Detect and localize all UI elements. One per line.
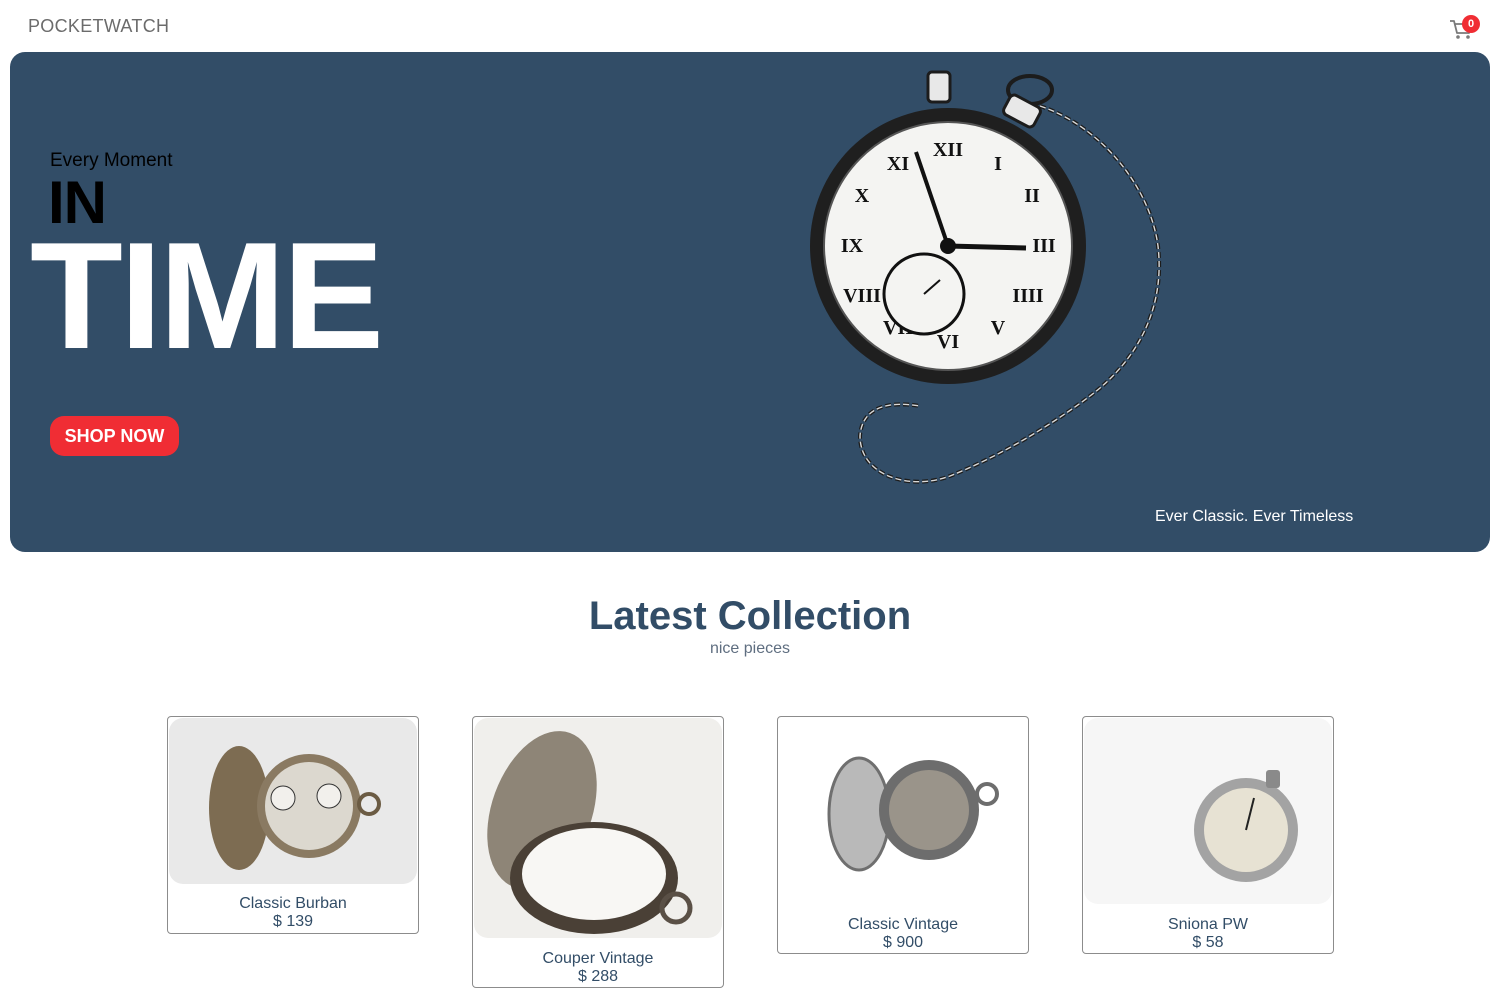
navbar: POCKETWATCH 0 [0,0,1500,52]
svg-text:IIII: IIII [1012,285,1043,307]
svg-text:XII: XII [933,139,963,161]
product-price: $ 139 [272,913,314,930]
product-name: Couper Vintage [542,950,654,967]
product-price: $ 900 [882,934,924,951]
svg-text:I: I [994,153,1002,175]
product-card[interactable]: Couper Vintage $ 288 [472,716,724,988]
svg-text:IX: IX [841,235,864,257]
svg-text:III: III [1032,235,1056,257]
svg-text:X: X [855,185,870,207]
svg-text:VIII: VIII [843,285,881,307]
logo-link[interactable]: POCKETWATCH [28,16,169,37]
shop-now-button[interactable]: SHOP NOW [50,416,179,456]
product-price: $ 288 [577,968,619,985]
product-card[interactable]: Sniona PW $ 58 [1082,716,1334,954]
product-image [1084,718,1332,904]
product-image [169,718,417,884]
product-name: Sniona PW [1167,916,1249,933]
product-name: Classic Vintage [848,916,958,933]
svg-text:XI: XI [887,153,909,175]
hero-banner: Every Moment IN TIME SHOP NOW Ever Class… [10,52,1490,552]
cart-count-badge: 0 [1462,15,1480,33]
hero-tagline: Ever Classic. Ever Timeless [1155,508,1354,525]
collection-subtitle: nice pieces [709,640,791,657]
pocket-watch-illustration: XII I II III IIII V VI VII VIII IX X XI [810,70,1162,484]
svg-text:II: II [1024,185,1040,207]
svg-text:VI: VI [937,331,959,353]
product-price: $ 58 [1192,934,1224,951]
collection-title: Latest Collection [588,594,912,638]
product-name: Classic Burban [239,895,347,912]
svg-text:V: V [991,317,1006,339]
product-image [474,718,722,938]
hero-large-text: TIME [30,211,384,381]
product-image [779,718,1027,904]
product-card[interactable]: Classic Burban $ 139 [167,716,419,934]
product-card[interactable]: Classic Vintage $ 900 [777,716,1029,954]
